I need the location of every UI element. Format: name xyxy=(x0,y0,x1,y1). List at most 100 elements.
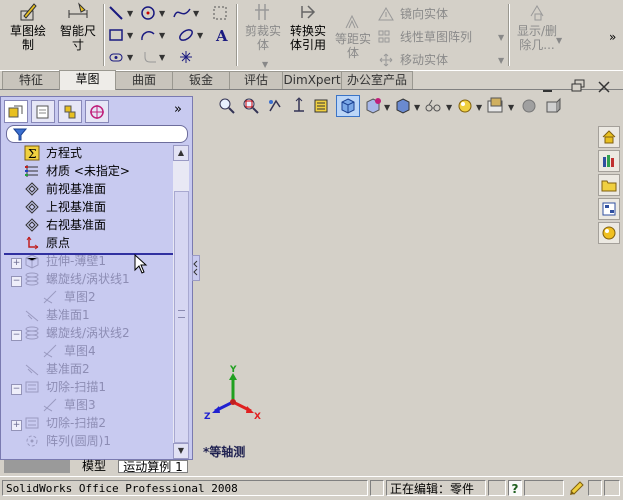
chevron-down-icon[interactable]: ▼ xyxy=(127,53,133,62)
bottom-tab-scroll[interactable] xyxy=(4,460,70,473)
rectangle-icon[interactable] xyxy=(106,26,126,44)
dotted-rect-icon[interactable] xyxy=(210,4,230,22)
chevron-down-icon[interactable]: ▼ xyxy=(414,103,420,112)
minimize-icon[interactable] xyxy=(540,80,556,94)
arc-icon[interactable] xyxy=(138,26,158,44)
scroll-up-button[interactable]: ▲ xyxy=(173,145,189,161)
collapse-toggle[interactable]: − xyxy=(11,330,22,341)
appearances-icon[interactable] xyxy=(598,222,620,244)
view-palette-icon[interactable] xyxy=(598,198,620,220)
scroll-thumb[interactable] xyxy=(174,191,189,443)
view-settings-icon[interactable] xyxy=(486,95,506,117)
tree-item-right-plane[interactable]: 右视基准面 xyxy=(24,216,106,234)
chevron-down-icon[interactable]: ▼ xyxy=(197,31,203,40)
display-style-icon[interactable] xyxy=(364,95,382,117)
zoom-to-fit-icon[interactable] xyxy=(218,95,236,117)
chevron-down-icon[interactable]: ▼ xyxy=(508,103,514,112)
chevron-down-icon[interactable]: ▼ xyxy=(476,103,482,112)
hide-show-items-icon[interactable] xyxy=(394,95,412,117)
panel-splitter[interactable] xyxy=(192,255,200,281)
close-icon[interactable] xyxy=(597,80,611,94)
tab-features[interactable]: 特征 xyxy=(2,71,60,89)
tab-motion-study[interactable]: 运动算例 1 xyxy=(118,460,188,474)
circle-icon[interactable] xyxy=(138,4,158,22)
collapse-toggle[interactable]: − xyxy=(11,276,22,287)
chevron-down-icon[interactable]: ▼ xyxy=(159,53,165,62)
resize-grip[interactable] xyxy=(604,480,620,496)
configuration-manager-tab[interactable] xyxy=(58,100,82,123)
view-orientation-icon[interactable] xyxy=(312,95,330,117)
tree-filter-input[interactable] xyxy=(6,125,188,143)
tree-item-sweep-cut-1[interactable]: 切除-扫描1 xyxy=(24,378,106,396)
tab-sketch[interactable]: 草图 xyxy=(59,70,116,90)
text-icon[interactable]: A xyxy=(212,26,232,44)
edit-appearance-icon[interactable] xyxy=(424,95,444,117)
tab-sheet-metal[interactable]: 钣金 xyxy=(172,71,230,89)
chevron-down-icon[interactable]: ▼ xyxy=(556,36,562,45)
tree-item-helix-2[interactable]: 螺旋线/涡状线2 xyxy=(24,324,130,342)
isometric-view-button[interactable] xyxy=(336,95,360,117)
quick-tips-icon[interactable] xyxy=(568,479,586,500)
tree-item-material[interactable]: 材质 <未指定> xyxy=(24,162,130,180)
tree-item-equations[interactable]: Σ 方程式 xyxy=(24,144,82,162)
tree-item-plane-2[interactable]: 基准面2 xyxy=(24,360,90,378)
smart-dimension-button[interactable]: 智能尺 寸 xyxy=(56,2,100,52)
chevron-down-icon[interactable]: ▼ xyxy=(262,60,268,69)
linear-pattern-button[interactable]: 线性草图阵列 xyxy=(378,28,472,45)
expand-toggle[interactable]: + xyxy=(11,420,22,431)
tree-item-plane-1[interactable]: 基准面1 xyxy=(24,306,90,324)
chevron-down-icon[interactable]: ▼ xyxy=(127,9,133,18)
tree-item-sketch-2[interactable]: 草图2 xyxy=(42,288,96,306)
expand-toggle[interactable]: + xyxy=(11,258,22,269)
home-icon[interactable] xyxy=(598,126,620,148)
realview-icon[interactable] xyxy=(520,95,538,117)
property-manager-tab[interactable] xyxy=(31,100,55,123)
collapse-toggle[interactable]: − xyxy=(11,384,22,395)
tree-item-top-plane[interactable]: 上视基准面 xyxy=(24,198,106,216)
apply-scene-icon[interactable] xyxy=(456,95,474,117)
expand-panel-icon[interactable]: » xyxy=(174,102,182,117)
chevron-down-icon[interactable]: ▼ xyxy=(193,9,199,18)
file-explorer-icon[interactable] xyxy=(598,174,620,196)
chevron-down-icon[interactable]: ▼ xyxy=(498,33,504,42)
trim-entities-button[interactable]: 剪裁实 体 xyxy=(241,2,285,52)
chevron-down-icon[interactable]: ▼ xyxy=(498,56,504,65)
display-delete-relations-button[interactable]: 显示/删 除几... xyxy=(512,2,562,52)
tab-dimxpert[interactable]: DimXpert xyxy=(282,71,342,89)
tree-scrollbar[interactable]: ▲ ▼ xyxy=(173,145,189,459)
tab-surfaces[interactable]: 曲面 xyxy=(115,71,173,89)
tree-item-sketch-4[interactable]: 草图4 xyxy=(42,342,96,360)
offset-entities-button[interactable]: 等距实 体 xyxy=(332,14,374,60)
tree-item-origin[interactable]: 原点 xyxy=(24,234,70,252)
previous-view-icon[interactable] xyxy=(266,95,284,117)
tab-office-products[interactable]: 办公室产品 xyxy=(341,71,413,89)
tree-item-front-plane[interactable]: 前视基准面 xyxy=(24,180,106,198)
point-icon[interactable] xyxy=(176,48,196,66)
convert-entities-button[interactable]: 转换实 体引用 xyxy=(286,2,330,52)
design-library-icon[interactable] xyxy=(598,150,620,172)
tree-item-sweep-cut-2[interactable]: 切除-扫描2 xyxy=(24,414,106,432)
scroll-down-button[interactable]: ▼ xyxy=(173,443,189,459)
fillet-icon[interactable] xyxy=(140,48,160,66)
dimxpert-manager-tab[interactable] xyxy=(85,100,109,123)
tree-item-sketch-3[interactable]: 草图3 xyxy=(42,396,96,414)
chevron-down-icon[interactable]: ▼ xyxy=(127,31,133,40)
section-view-icon[interactable] xyxy=(290,95,308,117)
tree-item-helix-1[interactable]: 螺旋线/涡状线1 xyxy=(24,270,130,288)
slot-icon[interactable] xyxy=(106,48,126,66)
more-tools-icon[interactable]: » xyxy=(609,30,616,44)
help-icon[interactable]: ? xyxy=(508,480,522,496)
spline-icon[interactable] xyxy=(172,4,192,22)
sketch-button[interactable]: 草图绘 制 xyxy=(6,2,50,52)
chevron-down-icon[interactable]: ▼ xyxy=(446,103,452,112)
feature-manager-tab[interactable] xyxy=(4,100,28,123)
chevron-down-icon[interactable]: ▼ xyxy=(159,31,165,40)
mirror-entities-button[interactable]: 镜向实体 xyxy=(378,5,448,22)
chevron-down-icon[interactable]: ▼ xyxy=(159,9,165,18)
tree-item-circular-pattern[interactable]: 阵列(圆周)1 xyxy=(24,432,111,450)
shadows-icon[interactable] xyxy=(544,95,562,117)
restore-icon[interactable] xyxy=(570,78,586,92)
ellipse-icon[interactable] xyxy=(176,26,196,44)
tab-evaluate[interactable]: 评估 xyxy=(229,71,283,89)
tab-model[interactable]: 模型 xyxy=(72,460,116,473)
